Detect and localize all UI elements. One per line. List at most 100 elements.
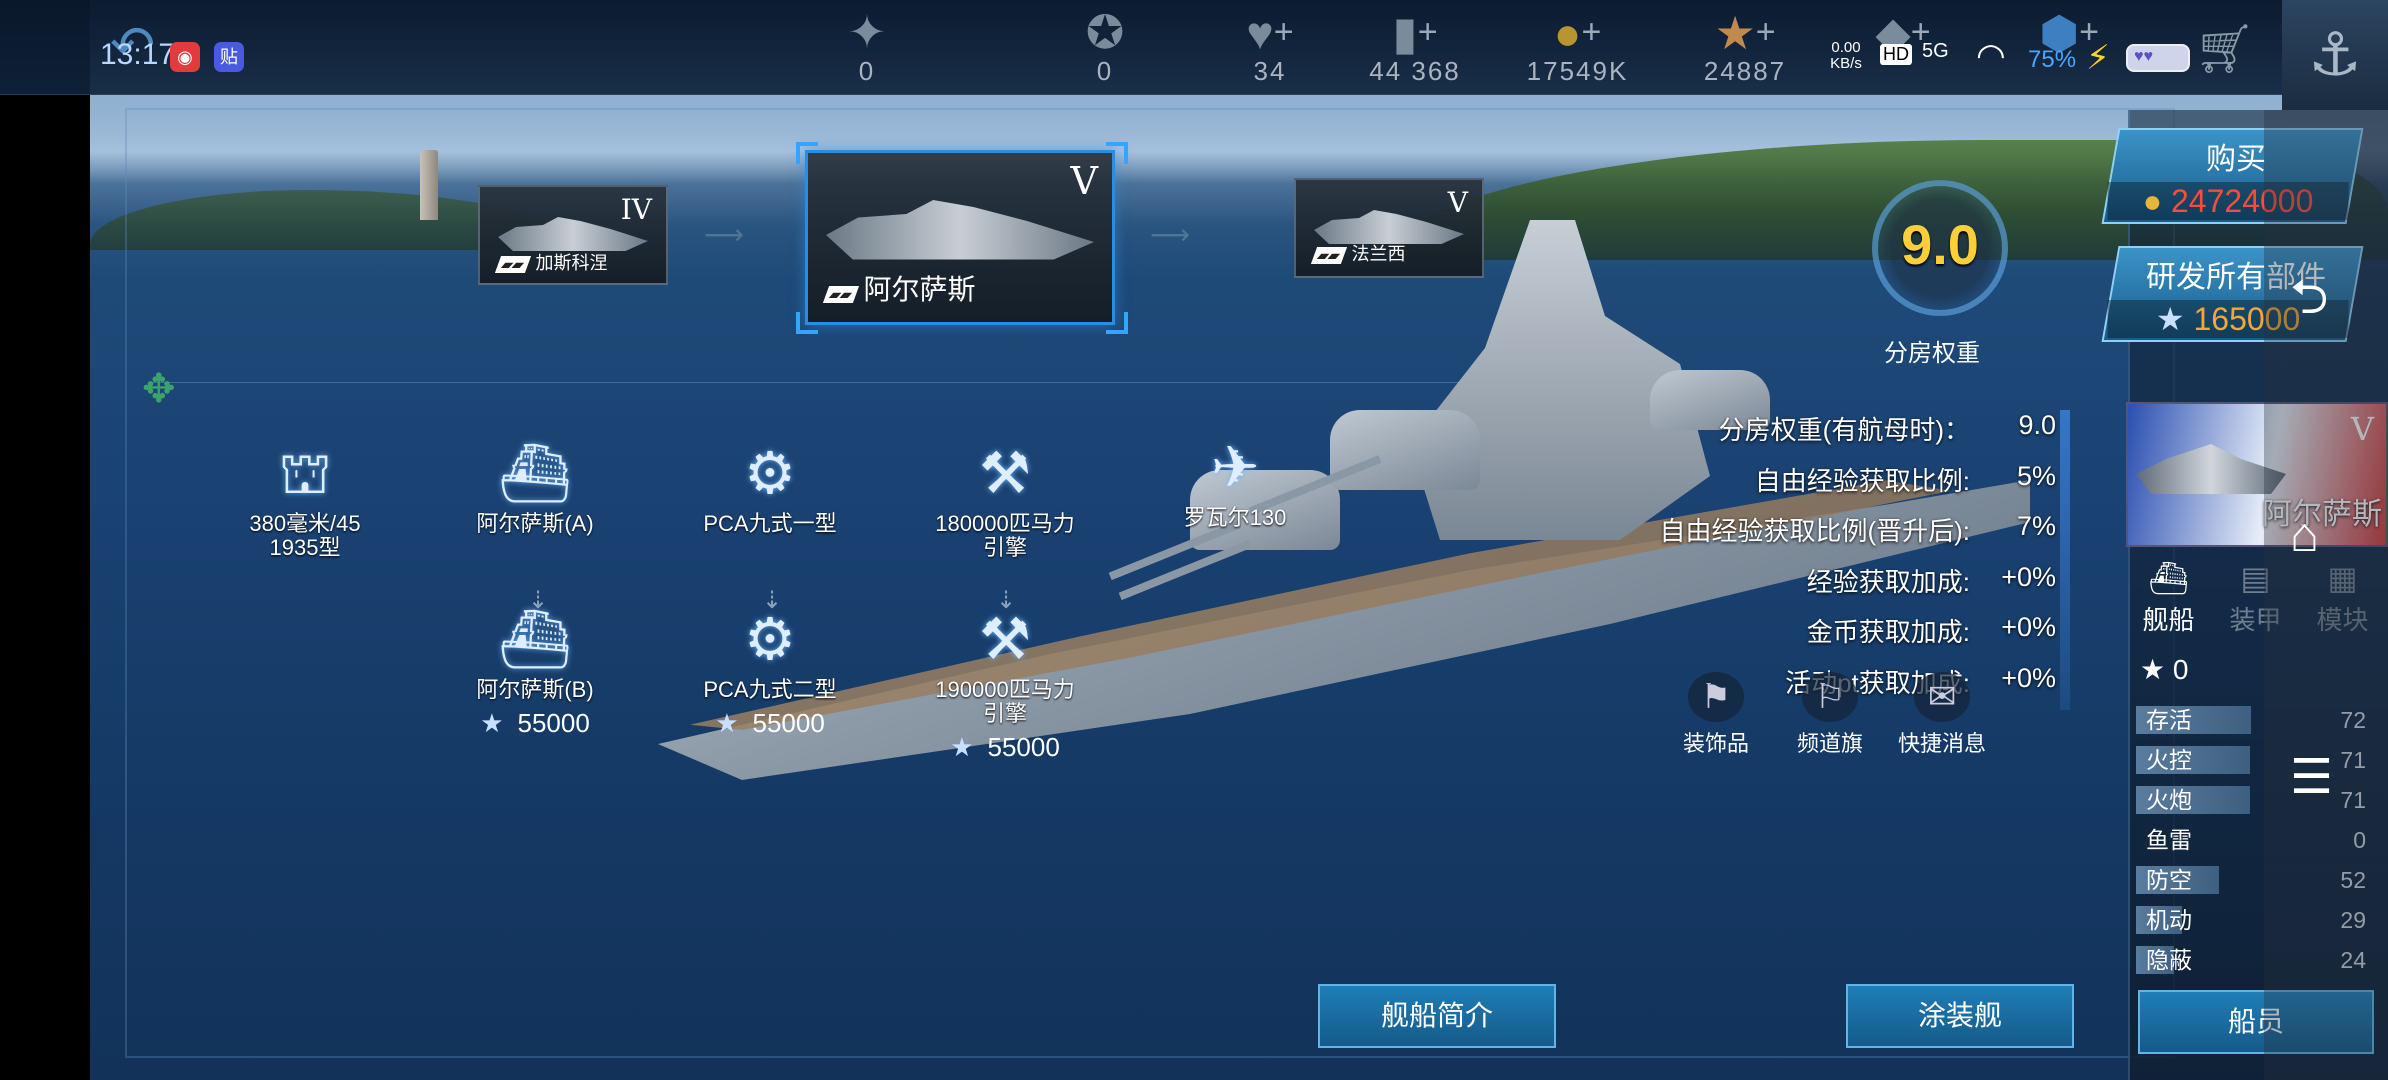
wifi-icon: ◠ xyxy=(1976,37,2006,75)
chat-icon: ✉ xyxy=(1914,672,1970,722)
channel-flag-button[interactable]: ⚐ 频道旗 xyxy=(1780,672,1880,758)
ship-intro-button[interactable]: 舰船简介 xyxy=(1318,984,1556,1048)
module-hull-b[interactable]: ⛴ 阿尔萨斯(B) ★ 55000 xyxy=(445,608,625,739)
gold-coin-icon: ●+ xyxy=(1553,7,1602,59)
star-icon: ★ xyxy=(715,708,739,738)
attr-label: 存活 xyxy=(2146,707,2192,733)
ship-icon: ⛴ xyxy=(2148,560,2189,596)
module-hull-a[interactable]: ⛴ 阿尔萨斯(A) xyxy=(455,442,615,536)
matchmaking-weight-dial: 9.0 xyxy=(1872,180,2008,316)
card-icon: ▮+ xyxy=(1392,7,1438,59)
fire-control-icon: ⚙ xyxy=(744,441,796,506)
crosshair-icon[interactable]: ✥ xyxy=(142,366,176,412)
star-icon: ★ xyxy=(480,708,504,738)
ship-name-row: ▰▰ 加斯科涅 xyxy=(494,249,608,275)
resource-star[interactable]: ★+ 24887 xyxy=(1690,6,1800,87)
module-main-gun[interactable]: ⛫ 380毫米/45 1935型 xyxy=(225,442,385,560)
ship-name: 加斯科涅 xyxy=(535,253,608,273)
return-icon[interactable]: ⮌ xyxy=(2290,270,2328,326)
ship-card-france[interactable]: V ▰▰ 法兰西 xyxy=(1294,178,1484,278)
anchor-icon[interactable]: ⚓ xyxy=(2282,0,2388,110)
selection-corner xyxy=(796,142,818,164)
battery-icon: ♥♥ xyxy=(2126,44,2190,72)
flag-icon: ⚑ xyxy=(1688,672,1744,722)
star-icon: ★ xyxy=(2155,301,2185,337)
decorations-button[interactable]: ⚑ 装饰品 xyxy=(1666,672,1766,758)
module-engine-1[interactable]: ⚒ 180000匹马力 引擎 xyxy=(915,442,1095,560)
resource-value: 24887 xyxy=(1703,56,1787,86)
rank-badge-icon: ✦ xyxy=(847,6,887,58)
selection-corner xyxy=(1106,312,1128,334)
charging-icon: ⚡ xyxy=(2086,39,2110,77)
attr-label: 火控 xyxy=(2146,747,2192,773)
cost-value: 55000 xyxy=(517,708,590,738)
resource-gold[interactable]: ●+ 17549K xyxy=(1515,6,1640,87)
ship-card-alsace[interactable]: V ▰▰ 阿尔萨斯 xyxy=(805,150,1115,325)
quick-label: 装饰品 xyxy=(1682,731,1749,756)
attr-label: 机动 xyxy=(2146,907,2192,933)
ship-name-row: ▰▰ 阿尔萨斯 xyxy=(822,268,976,308)
seaplane-icon: ✈ xyxy=(1210,435,1260,500)
star-icon: ★ xyxy=(2140,654,2166,685)
stat-row: 自由经验获取比例(晋升后): 7% xyxy=(1580,511,2060,562)
ship-name: 法兰西 xyxy=(1351,244,1406,264)
signal-indicator: 5G xyxy=(1922,40,1949,62)
resource-rank[interactable]: ✦ 0 xyxy=(822,6,912,87)
module-name: PCA九式二型 xyxy=(703,677,837,702)
ship-turret-front-2 xyxy=(1330,410,1480,490)
stat-value: +0% xyxy=(2001,662,2056,693)
netease-app-icon: ◉ xyxy=(170,42,200,72)
ship-name: 阿尔萨斯 xyxy=(863,274,976,305)
module-name: 阿尔萨斯(B) xyxy=(476,677,594,702)
ship-tier: V xyxy=(1070,159,1098,203)
menu-icon[interactable]: ☰ xyxy=(2290,750,2333,806)
gold-coin-icon: ● xyxy=(2142,183,2163,219)
tab-label: 舰船 xyxy=(2142,605,2195,635)
ship-tier: V xyxy=(1447,186,1468,219)
resource-heart[interactable]: ♥+ 34 xyxy=(1210,6,1330,87)
module-fire-control-2[interactable]: ⚙ PCA九式二型 ★ 55000 xyxy=(680,608,860,739)
ship-name-row: ▰▰ 法兰西 xyxy=(1310,240,1406,266)
home-icon[interactable]: ⌂ xyxy=(2290,508,2319,564)
module-name: 罗瓦尔130 xyxy=(1183,505,1287,530)
module-seaplane[interactable]: ✈ 罗瓦尔130 xyxy=(1155,436,1315,530)
module-name: PCA九式一型 xyxy=(703,511,837,536)
module-name: 190000匹马力 引擎 xyxy=(935,677,1075,726)
hull-icon: ⛴ xyxy=(498,441,572,506)
star-icon: ★+ xyxy=(1714,7,1776,59)
resource-compass[interactable]: ✪ 0 xyxy=(1060,6,1150,87)
selection-corner xyxy=(796,312,818,334)
module-cost: ★ 55000 xyxy=(910,732,1100,763)
attr-label: 防空 xyxy=(2146,867,2192,893)
compass-icon: ✪ xyxy=(1085,6,1125,58)
stat-label: 自由经验获取比例: xyxy=(1754,465,1970,496)
star-icon: ★ xyxy=(950,732,974,762)
cost-value: 55000 xyxy=(987,732,1060,762)
resource-card[interactable]: ▮+ 44 368 xyxy=(1350,6,1480,87)
channel-flag-icon: ⚐ xyxy=(1802,672,1858,722)
resource-value: 34 xyxy=(1253,56,1287,86)
ship-card-gascogne[interactable]: IV ▰▰ 加斯科涅 xyxy=(478,185,668,285)
stat-label: 分房权重(有航母时)： xyxy=(1718,415,1970,445)
module-fire-control-1[interactable]: ⚙ PCA九式一型 xyxy=(690,442,850,536)
clock: 13:17 xyxy=(100,38,176,71)
ship-tier: IV xyxy=(620,193,652,226)
stat-value: 7% xyxy=(2016,511,2056,541)
stat-row: 经验获取加成: +0% xyxy=(1580,562,2060,613)
module-engine-2[interactable]: ⚒ 190000匹马力 引擎 ★ 55000 xyxy=(910,608,1100,763)
nation-flag-icon: ▰▰ xyxy=(1310,247,1347,264)
fire-control-icon: ⚙ xyxy=(744,607,796,672)
resource-value: 17549K xyxy=(1526,56,1629,86)
module-cost: ★ 55000 xyxy=(445,708,625,739)
shop-cart-icon[interactable]: 🛒︎ xyxy=(2194,20,2255,77)
ship-star-level: ★ 0 xyxy=(2140,653,2188,686)
floating-nav-overlay xyxy=(2264,110,2388,1080)
nation-flag-icon: ▰▰ xyxy=(822,286,859,303)
engine-icon: ⚒ xyxy=(979,607,1031,672)
attr-label: 火炮 xyxy=(2146,787,2192,813)
quick-message-button[interactable]: ✉ 快捷消息 xyxy=(1892,672,1992,758)
stat-value: +0% xyxy=(2001,561,2056,592)
paint-ship-button[interactable]: 涂装舰 xyxy=(1846,984,2074,1048)
tab-ship[interactable]: ⛴ 舰船 xyxy=(2126,556,2211,640)
lighthouse xyxy=(420,150,438,220)
